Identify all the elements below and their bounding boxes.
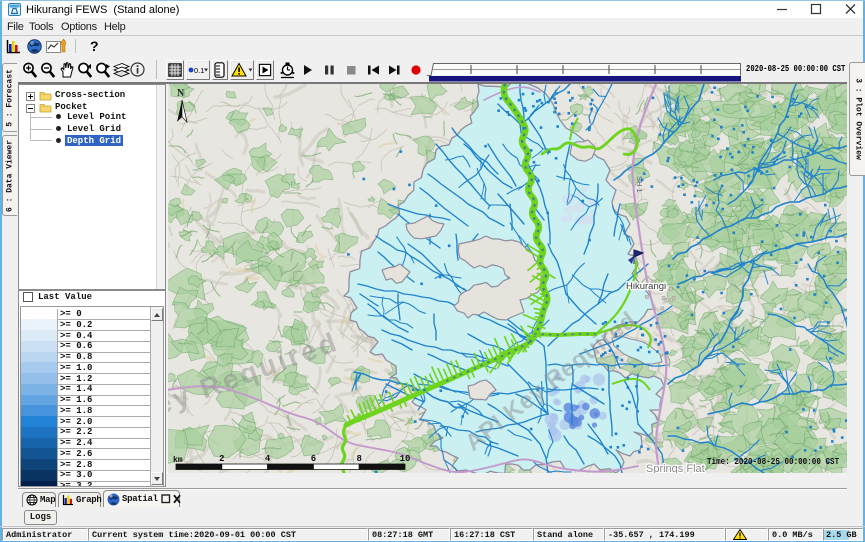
svg-text:SH 1: SH 1 bbox=[635, 176, 644, 193]
svg-text:N: N bbox=[177, 88, 185, 99]
svg-text:6: 6 bbox=[311, 454, 316, 464]
svg-text:0.1: 0.1 bbox=[194, 66, 204, 75]
svg-text:km: km bbox=[173, 456, 183, 465]
svg-text:Hikurangi: Hikurangi bbox=[626, 281, 666, 292]
svg-text:8: 8 bbox=[356, 454, 361, 464]
svg-text:2: 2 bbox=[219, 454, 224, 464]
svg-text:10: 10 bbox=[400, 454, 411, 464]
svg-text:4: 4 bbox=[265, 454, 271, 464]
svg-text:Time: 2020-08-25 00:00:00 CST: Time: 2020-08-25 00:00:00 CST bbox=[707, 456, 839, 467]
svg-text:Springs Flat: Springs Flat bbox=[646, 463, 705, 473]
